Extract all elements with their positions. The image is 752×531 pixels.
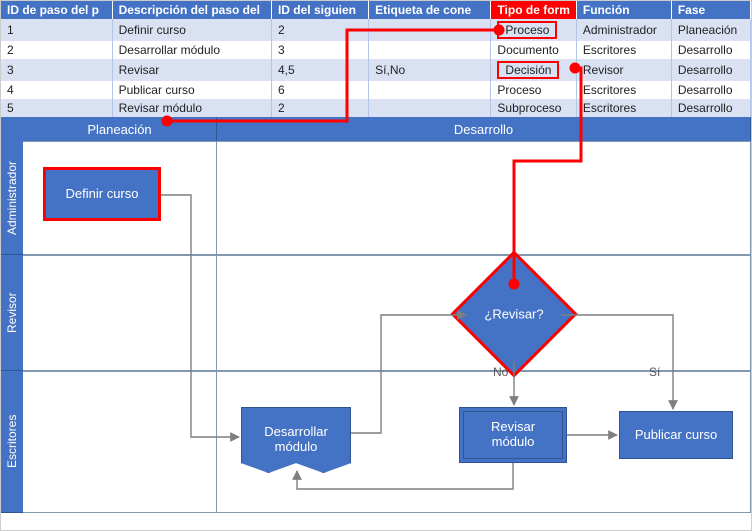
col-phase[interactable]: Fase: [671, 1, 750, 19]
table-row[interactable]: 1Definir curso2ProcesoAdministradorPlane…: [1, 19, 751, 41]
node-review-module[interactable]: Revisarmódulo: [459, 407, 567, 463]
edge-label-no: No: [493, 365, 508, 379]
process-table: ID de paso del p Descripción del paso de…: [1, 1, 751, 117]
col-step-id[interactable]: ID de paso del p: [1, 1, 112, 19]
col-role[interactable]: Función: [576, 1, 671, 19]
swimlane-diagram: Planeación Desarrollo Administrador Revi…: [1, 117, 751, 513]
table-row[interactable]: 5Revisar módulo2SubprocesoEscritoresDesa…: [1, 99, 751, 117]
phase-dev: Desarrollo: [217, 117, 751, 141]
lane-admin: Administrador: [1, 141, 23, 255]
col-connector-label[interactable]: Etiqueta de cone: [369, 1, 491, 19]
table-row[interactable]: 4Publicar curso6ProcesoEscritoresDesarro…: [1, 81, 751, 99]
lane-reviewer: Revisor: [1, 255, 23, 371]
node-define-course[interactable]: Definir curso: [43, 167, 161, 221]
table-row[interactable]: 2Desarrollar módulo3DocumentoEscritoresD…: [1, 41, 751, 59]
table-row[interactable]: 3Revisar4,5Sí,NoDecisiónRevisorDesarroll…: [1, 59, 751, 81]
col-shape-type[interactable]: Tipo de form: [491, 1, 576, 19]
lane-writers: Escritores: [1, 371, 23, 513]
col-step-desc[interactable]: Descripción del paso del: [112, 1, 271, 19]
edge-label-si: Sí: [649, 365, 660, 379]
phase-plan: Planeación: [23, 117, 217, 141]
node-publish-course[interactable]: Publicar curso: [619, 411, 733, 459]
col-next-id[interactable]: ID del siguien: [271, 1, 368, 19]
